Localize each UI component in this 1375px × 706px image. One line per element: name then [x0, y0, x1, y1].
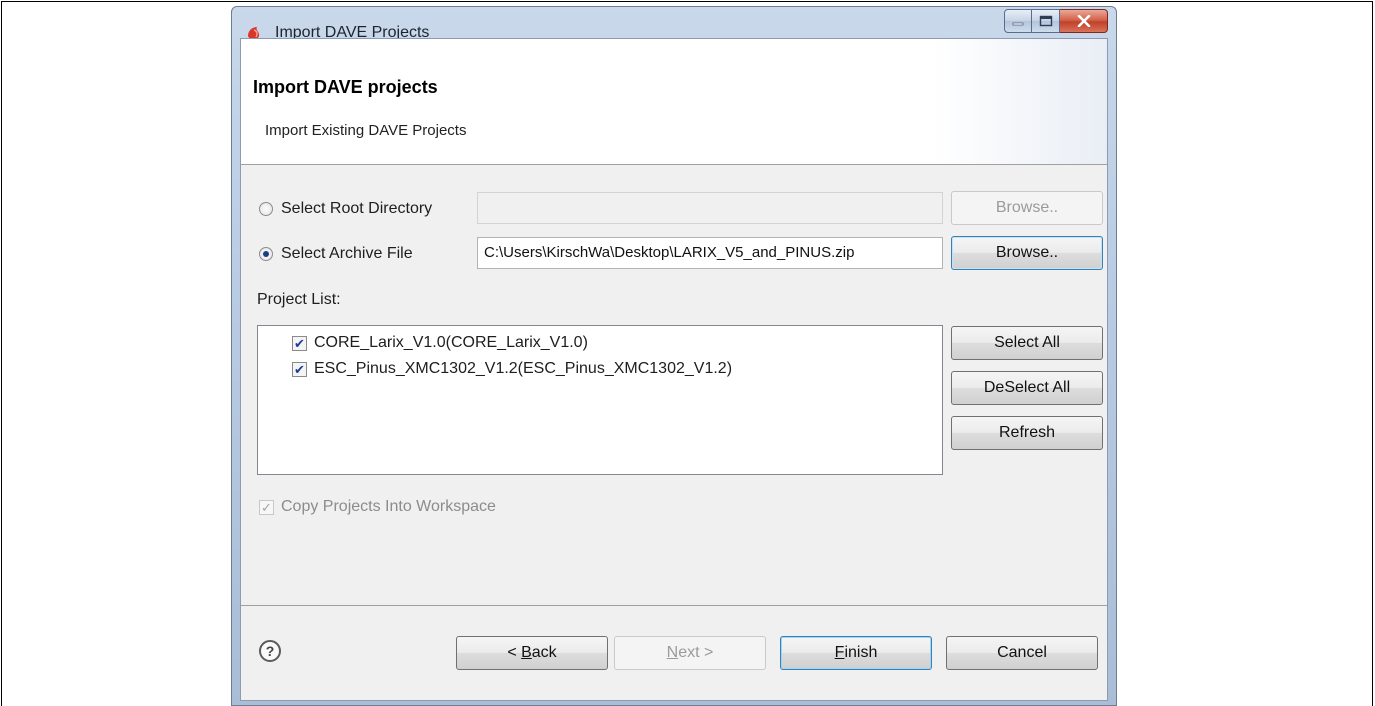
next-button[interactable]: Next > [614, 636, 766, 670]
back-button[interactable]: < Back [456, 636, 608, 670]
close-button[interactable] [1060, 9, 1108, 33]
next-mnemonic: N [666, 644, 679, 661]
footer-separator [241, 605, 1107, 606]
project-checkbox-core-larix[interactable]: ✔ [292, 335, 307, 351]
dialog-client-area: Import DAVE projects Import Existing DAV… [240, 38, 1108, 701]
back-prefix: < [507, 644, 522, 661]
copy-into-workspace-checkbox[interactable]: ✓ [259, 499, 274, 515]
minimize-icon [1012, 22, 1024, 26]
cancel-button[interactable]: Cancel [946, 636, 1098, 670]
archive-file-field[interactable]: C:\Users\KirschWa\Desktop\LARIX_V5_and_P… [477, 237, 943, 269]
next-rest: ext > [678, 644, 714, 661]
archive-file-radio[interactable] [259, 247, 273, 261]
archive-file-label: Select Archive File [281, 245, 413, 262]
refresh-button[interactable]: Refresh [951, 416, 1103, 450]
back-rest: ack [531, 644, 557, 661]
browse-root-button[interactable]: Browse.. [951, 191, 1103, 225]
wizard-header: Import DAVE projects Import Existing DAV… [241, 39, 1107, 165]
project-list-label: Project List: [257, 291, 341, 308]
help-icon[interactable]: ? [259, 640, 281, 662]
root-directory-label: Select Root Directory [281, 200, 433, 217]
project-list[interactable]: ✔ CORE_Larix_V1.0(CORE_Larix_V1.0) ✔ ESC… [257, 325, 943, 475]
window-controls [1004, 9, 1108, 35]
finish-mnemonic: F [834, 644, 845, 661]
finish-button[interactable]: Finish [780, 636, 932, 670]
select-all-button[interactable]: Select All [951, 326, 1103, 360]
root-directory-radio[interactable] [259, 202, 273, 216]
page-title: Import DAVE projects [253, 77, 438, 97]
page-subtitle: Import Existing DAVE Projects [265, 122, 467, 139]
root-directory-option[interactable]: Select Root Directory [259, 200, 432, 218]
project-label: CORE_Larix_V1.0(CORE_Larix_V1.0) [314, 334, 588, 351]
deselect-all-button[interactable]: DeSelect All [951, 371, 1103, 405]
maximize-button[interactable] [1032, 9, 1060, 33]
close-icon [1077, 15, 1090, 27]
import-dialog-window: Import DAVE Projects Import DAVE project… [231, 6, 1117, 706]
list-item[interactable]: ✔ ESC_Pinus_XMC1302_V1.2(ESC_Pinus_XMC13… [292, 360, 732, 378]
minimize-button[interactable] [1004, 9, 1032, 33]
project-checkbox-esc-pinus[interactable]: ✔ [292, 361, 307, 377]
copy-into-workspace-option[interactable]: ✓ Copy Projects Into Workspace [259, 498, 496, 516]
project-label: ESC_Pinus_XMC1302_V1.2(ESC_Pinus_XMC1302… [314, 360, 733, 377]
maximize-icon [1039, 15, 1052, 27]
copy-into-workspace-label: Copy Projects Into Workspace [281, 498, 496, 515]
list-item[interactable]: ✔ CORE_Larix_V1.0(CORE_Larix_V1.0) [292, 334, 588, 352]
finish-rest: inish [844, 644, 878, 661]
root-directory-field[interactable] [477, 192, 943, 224]
back-mnemonic: B [521, 644, 532, 661]
archive-file-option[interactable]: Select Archive File [259, 245, 413, 263]
browse-archive-button[interactable]: Browse.. [951, 236, 1103, 270]
